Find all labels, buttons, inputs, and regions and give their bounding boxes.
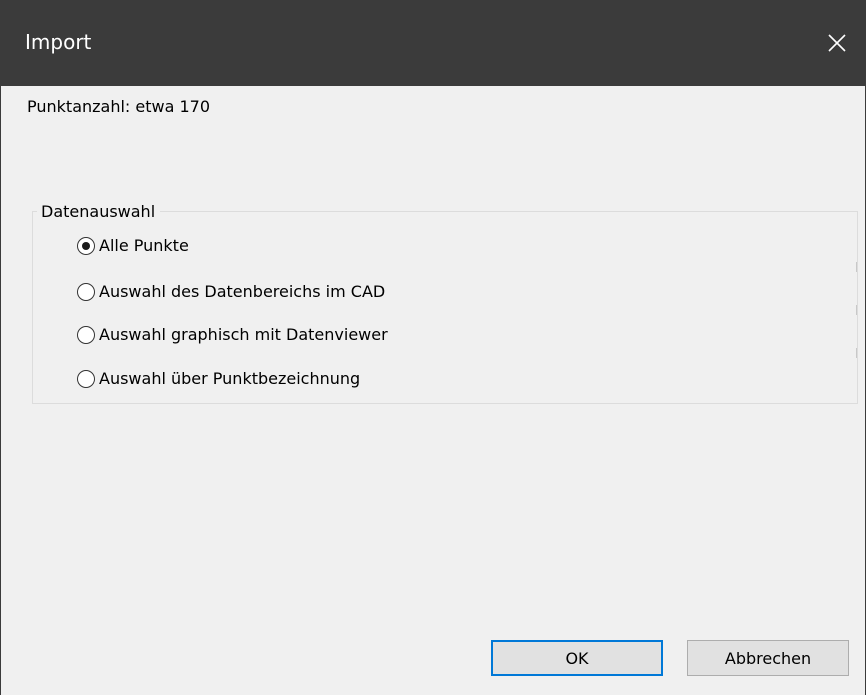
groupbox-edge-mark [856, 305, 857, 315]
ok-button[interactable]: OK [491, 640, 663, 676]
cancel-button[interactable]: Abbrechen [687, 640, 849, 676]
close-icon [828, 34, 846, 52]
radio-label: Alle Punkte [99, 236, 189, 255]
radio-button-icon[interactable] [77, 326, 95, 344]
data-selection-legend: Datenauswahl [37, 201, 161, 223]
groupbox-edge-mark [856, 262, 857, 272]
radio-button-icon[interactable] [77, 283, 95, 301]
radio-button-checked-icon[interactable] [77, 237, 95, 255]
radio-label: Auswahl des Datenbereichs im CAD [99, 282, 386, 301]
radio-all-points[interactable]: Alle Punkte [77, 233, 189, 259]
radio-label: Auswahl graphisch mit Datenviewer [99, 325, 388, 344]
radio-graphical-viewer[interactable]: Auswahl graphisch mit Datenviewer [77, 322, 388, 348]
groupbox-edge-mark [856, 348, 857, 358]
radio-point-name[interactable]: Auswahl über Punktbezeichnung [77, 366, 360, 392]
import-dialog: Import Punktanzahl: etwa 170 Datenauswah… [0, 0, 866, 695]
point-count-label: Punktanzahl: etwa 170 [27, 97, 211, 116]
window-title: Import [25, 30, 92, 54]
radio-cad-range[interactable]: Auswahl des Datenbereichs im CAD [77, 279, 385, 305]
radio-button-icon[interactable] [77, 370, 95, 388]
radio-label: Auswahl über Punktbezeichnung [99, 369, 361, 388]
close-button[interactable] [807, 0, 866, 86]
title-bar[interactable]: Import [1, 0, 866, 86]
